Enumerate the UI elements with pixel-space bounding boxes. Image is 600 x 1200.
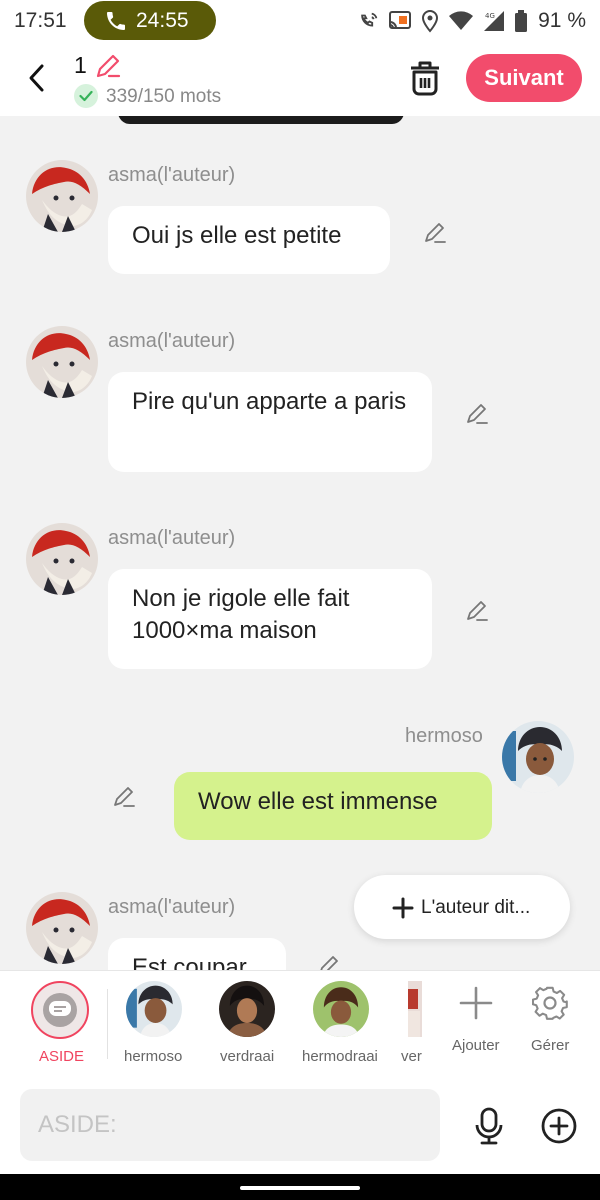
add-character-plus-icon[interactable] — [458, 985, 494, 1021]
aside-label: ASIDE — [39, 1048, 85, 1065]
microphone-icon[interactable] — [471, 1107, 507, 1145]
edit-message-pencil-icon[interactable] — [464, 400, 490, 426]
plus-icon — [392, 897, 414, 919]
character-ver[interactable] — [408, 981, 422, 1037]
chapter-number: 1 — [74, 52, 87, 78]
manage-label[interactable]: Gérer — [531, 1037, 569, 1054]
next-button[interactable]: Suivant — [466, 54, 582, 102]
avatar-asma — [26, 523, 98, 595]
character-label: ver — [401, 1048, 422, 1065]
home-handle[interactable] — [240, 1186, 360, 1190]
message-author: asma(l'auteur) — [108, 896, 236, 918]
status-icons: 4G 91 % — [358, 6, 586, 36]
back-arrow-icon[interactable] — [22, 60, 52, 96]
check-icon — [74, 84, 98, 108]
edit-message-pencil-icon[interactable] — [422, 219, 448, 245]
add-narration-button[interactable]: L'auteur dit... — [354, 875, 570, 939]
character-label: verdraai — [220, 1048, 275, 1065]
chat-bubble-icon — [43, 993, 77, 1027]
call-timer: 24:55 — [136, 9, 189, 32]
aside-character-button[interactable] — [31, 981, 89, 1039]
editor-header: 1 339/150 mots Suivant — [0, 42, 600, 116]
message-author: asma(l'auteur) — [108, 527, 236, 549]
wifi-icon — [449, 11, 474, 30]
character-hermodraai[interactable] — [313, 981, 369, 1037]
character-bar: ASIDE hermoso verdraai hermodraai ver Aj… — [0, 970, 600, 1078]
message-bubble-own[interactable]: Wow elle est immense — [174, 772, 492, 840]
status-time: 17:51 — [14, 9, 67, 32]
edit-message-pencil-icon[interactable] — [316, 952, 342, 970]
svg-text:4G: 4G — [485, 12, 495, 20]
character-verdraai[interactable] — [219, 981, 275, 1037]
message-bubble[interactable]: Pire qu'un apparte a paris — [108, 372, 432, 472]
add-narration-label: L'auteur dit... — [421, 897, 531, 918]
edit-title-pencil-icon[interactable] — [94, 52, 122, 80]
battery-icon — [515, 10, 528, 32]
add-character-label[interactable]: Ajouter — [452, 1037, 500, 1054]
message-bubble[interactable]: Non je rigole elle fait 1000×ma maison — [108, 569, 432, 669]
divider — [107, 989, 108, 1059]
ongoing-call-pill[interactable]: 24:55 — [84, 1, 216, 40]
character-label: hermodraai — [302, 1048, 378, 1065]
battery-percent: 91 % — [538, 9, 586, 32]
message-bubble[interactable]: Oui js elle est petite — [108, 206, 390, 274]
trash-icon[interactable] — [406, 58, 444, 98]
message-bubble[interactable]: Est coupar — [108, 938, 286, 970]
status-bar: 17:51 24:55 4G 91 % — [0, 0, 600, 42]
avatar-asma — [26, 160, 98, 232]
add-circle-icon[interactable] — [540, 1107, 578, 1145]
location-icon — [422, 9, 439, 33]
avatar-asma — [26, 326, 98, 398]
word-count: 339/150 mots — [106, 86, 222, 107]
message-author: hermoso — [405, 725, 483, 747]
message-input[interactable] — [20, 1089, 440, 1161]
wifi-calling-icon — [361, 12, 378, 27]
edit-message-pencil-icon[interactable] — [464, 597, 490, 623]
message-author: asma(l'auteur) — [108, 330, 236, 352]
phone-icon — [107, 12, 125, 30]
character-label: hermoso — [124, 1048, 183, 1065]
image-preview — [118, 116, 404, 124]
avatar-asma — [26, 892, 98, 964]
signal-4g-icon: 4G — [484, 11, 505, 31]
message-author: asma(l'auteur) — [108, 164, 236, 186]
edit-message-pencil-icon[interactable] — [111, 783, 137, 809]
composer — [0, 1078, 600, 1174]
chat-area[interactable]: asma(l'auteur) Oui js elle est petite as… — [0, 116, 600, 970]
gear-icon[interactable] — [532, 985, 568, 1021]
character-hermoso[interactable] — [126, 981, 182, 1037]
avatar-hermoso — [502, 721, 574, 793]
cast-icon — [389, 11, 412, 29]
system-nav-bar — [0, 1174, 600, 1200]
